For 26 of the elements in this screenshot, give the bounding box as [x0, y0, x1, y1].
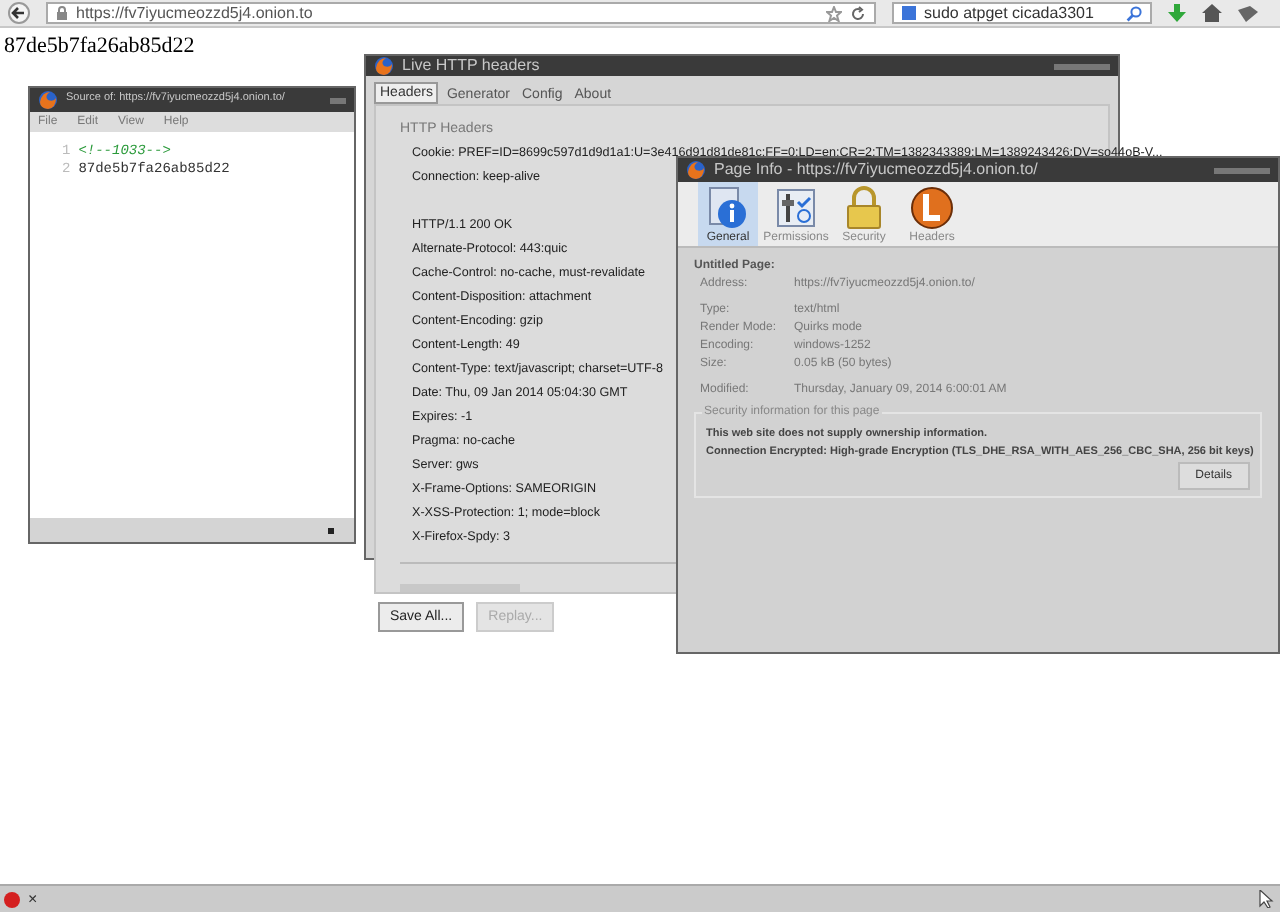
reload-icon[interactable]: [850, 5, 866, 21]
resize-grip-icon: [328, 527, 334, 533]
window-title: Page Info - https://fv7iyucmeozzd5j4.onion.to/: [714, 162, 1038, 178]
back-icon[interactable]: [8, 2, 30, 24]
headers-icon: [910, 186, 954, 230]
lock-icon: [56, 6, 68, 20]
scrollbar[interactable]: [400, 584, 520, 592]
browser-logo-icon: [686, 160, 706, 180]
star-icon[interactable]: [826, 5, 842, 21]
cursor-icon[interactable]: [1258, 890, 1276, 908]
window-controls-icon[interactable]: [1054, 63, 1110, 69]
download-icon[interactable]: [1168, 3, 1186, 23]
padlock-icon: [844, 186, 884, 230]
home-icon[interactable]: [1202, 4, 1222, 22]
close-button[interactable]: ×: [28, 891, 38, 907]
browser-logo-icon: [374, 56, 394, 76]
browser-logo-icon: [38, 90, 58, 110]
page-text: 87de5b7fa26ab85d22: [4, 36, 197, 58]
window-controls-icon[interactable]: [330, 97, 346, 103]
url-field[interactable]: https://fv7iyucmeozzd5j4.onion.to: [46, 2, 876, 24]
info-icon: [706, 186, 750, 230]
addon-icon[interactable]: [4, 891, 20, 907]
window-controls-icon[interactable]: [1214, 167, 1270, 173]
search-field[interactable]: sudo atpget cicada3301: [892, 2, 1152, 24]
window-title: Live HTTP headers: [402, 58, 540, 74]
search-icon[interactable]: [1126, 5, 1142, 21]
